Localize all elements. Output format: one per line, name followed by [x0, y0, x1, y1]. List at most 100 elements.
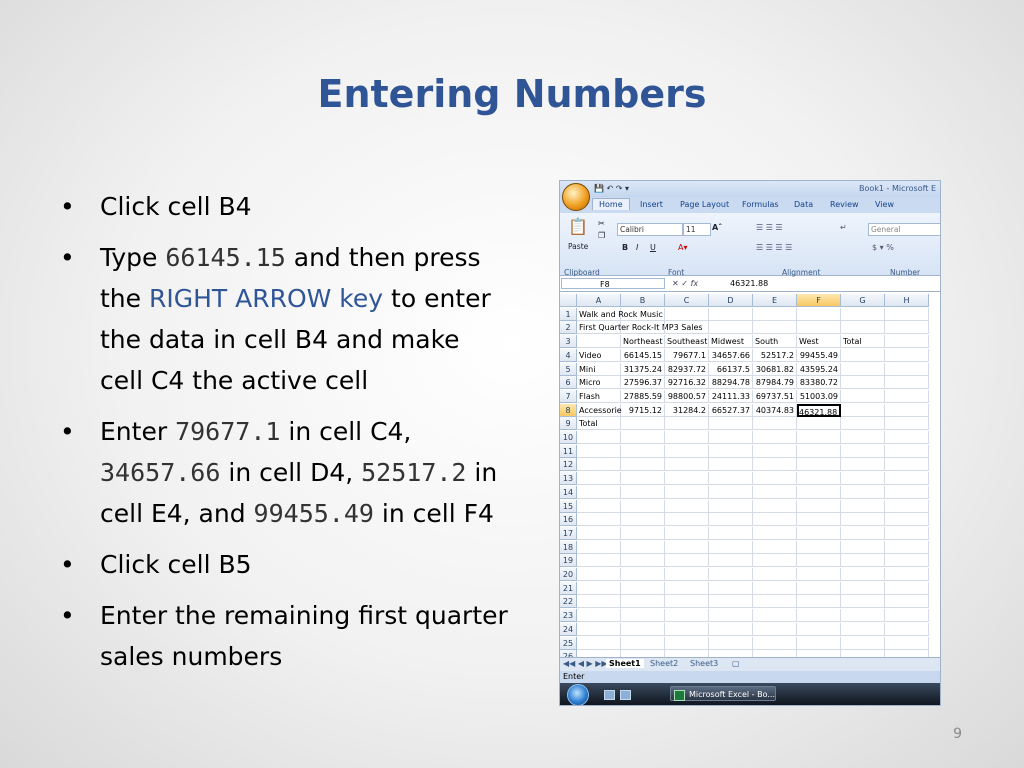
show-desktop-icon[interactable]	[604, 690, 615, 700]
cell-h1[interactable]	[885, 307, 929, 321]
cell-e22[interactable]	[753, 595, 797, 609]
cell-h8[interactable]	[885, 403, 929, 417]
cell-f11[interactable]	[797, 444, 841, 458]
cell-c10[interactable]	[665, 431, 709, 444]
cell-a5[interactable]: Mini	[577, 362, 621, 376]
column-header-d[interactable]: D	[709, 294, 753, 307]
cell-g9[interactable]	[841, 417, 885, 431]
cell-c9[interactable]	[665, 417, 709, 431]
cell-b13[interactable]	[621, 472, 665, 486]
cell-c5[interactable]: 82937.72	[665, 362, 709, 376]
row-header-12[interactable]: 12	[560, 458, 577, 472]
cell-b6[interactable]: 27596.37	[621, 376, 665, 390]
cell-b11[interactable]	[621, 444, 665, 458]
cell-e17[interactable]	[753, 526, 797, 540]
cell-b7[interactable]: 27885.59	[621, 389, 665, 403]
tab-formulas[interactable]: Formulas	[742, 200, 779, 209]
cell-f9[interactable]	[797, 417, 841, 431]
cell-a4[interactable]: Video	[577, 348, 621, 362]
cell-g10[interactable]	[841, 431, 885, 444]
cell-c4[interactable]: 79677.1	[665, 348, 709, 362]
cell-g14[interactable]	[841, 485, 885, 499]
cell-e13[interactable]	[753, 472, 797, 486]
cell-e8[interactable]: 40374.83	[753, 403, 797, 417]
cell-h19[interactable]	[885, 554, 929, 568]
cell-b9[interactable]	[621, 417, 665, 431]
cell-f17[interactable]	[797, 526, 841, 540]
cell-d1[interactable]	[709, 307, 753, 321]
cell-b3[interactable]: Northeast	[621, 335, 665, 349]
cell-a18[interactable]	[577, 540, 621, 554]
sheet-nav-icon[interactable]: ◀◀ ◀ ▶ ▶▶	[563, 659, 608, 668]
cell-b2[interactable]	[621, 321, 665, 335]
cell-e23[interactable]	[753, 609, 797, 623]
cell-a7[interactable]: Flash	[577, 389, 621, 403]
row-header-8[interactable]: 8	[560, 403, 577, 417]
cell-c24[interactable]	[665, 622, 709, 636]
cell-h25[interactable]	[885, 636, 929, 650]
cell-f14[interactable]	[797, 485, 841, 499]
cell-g23[interactable]	[841, 609, 885, 623]
cell-d23[interactable]	[709, 609, 753, 623]
cell-d17[interactable]	[709, 526, 753, 540]
cell-e1[interactable]	[753, 307, 797, 321]
cell-e21[interactable]	[753, 581, 797, 595]
cell-d12[interactable]	[709, 458, 753, 472]
column-header-g[interactable]: G	[841, 294, 885, 307]
cell-d14[interactable]	[709, 485, 753, 499]
cell-e6[interactable]: 87984.79	[753, 376, 797, 390]
cell-a8[interactable]: Accessorie	[577, 403, 622, 417]
cell-e3[interactable]: South	[753, 335, 797, 349]
cell-d8[interactable]: 66527.37	[709, 403, 753, 417]
cell-e4[interactable]: 52517.2	[753, 348, 797, 362]
cell-d18[interactable]	[709, 540, 753, 554]
cell-c1[interactable]	[665, 307, 709, 321]
cell-f18[interactable]	[797, 540, 841, 554]
cell-e11[interactable]	[753, 444, 797, 458]
cell-g17[interactable]	[841, 526, 885, 540]
cell-b4[interactable]: 66145.15	[621, 348, 665, 362]
cell-h22[interactable]	[885, 595, 929, 609]
cell-h21[interactable]	[885, 581, 929, 595]
cell-d19[interactable]	[709, 554, 753, 568]
cell-b1[interactable]	[621, 307, 665, 321]
row-header-16[interactable]: 16	[560, 513, 577, 527]
cell-c20[interactable]	[665, 568, 709, 581]
font-size-box[interactable]: 11	[683, 223, 711, 236]
cell-d25[interactable]	[709, 636, 753, 650]
insert-sheet-icon[interactable]: ▢	[732, 659, 740, 668]
cell-a13[interactable]	[577, 472, 621, 486]
active-cell-f8[interactable]: 46321.88	[797, 403, 841, 417]
cell-d3[interactable]: Midwest	[709, 335, 753, 349]
cell-e7[interactable]: 69737.51	[753, 389, 797, 403]
cell-d9[interactable]	[709, 417, 753, 431]
row-header-3[interactable]: 3	[560, 335, 577, 349]
cell-g16[interactable]	[841, 513, 885, 527]
cell-e18[interactable]	[753, 540, 797, 554]
cell-d16[interactable]	[709, 513, 753, 527]
cell-a12[interactable]	[577, 458, 621, 472]
cell-d4[interactable]: 34657.66	[709, 348, 753, 362]
switch-windows-icon[interactable]	[620, 690, 631, 700]
cell-f25[interactable]	[797, 636, 841, 650]
cell-d15[interactable]	[709, 499, 753, 513]
cell-f22[interactable]	[797, 595, 841, 609]
cell-c14[interactable]	[665, 485, 709, 499]
cell-b25[interactable]	[621, 636, 665, 650]
cell-d5[interactable]: 66137.5	[709, 362, 753, 376]
office-button-icon[interactable]	[562, 183, 590, 211]
cell-b8[interactable]: 9715.12	[621, 403, 665, 417]
cell-h9[interactable]	[885, 417, 929, 431]
cell-g13[interactable]	[841, 472, 885, 486]
cell-a17[interactable]	[577, 526, 621, 540]
cell-e25[interactable]	[753, 636, 797, 650]
cell-a16[interactable]	[577, 513, 621, 527]
cell-d20[interactable]	[709, 568, 753, 581]
copy-icon[interactable]: ❐	[598, 231, 605, 240]
row-header-20[interactable]: 20	[560, 568, 577, 581]
cell-e20[interactable]	[753, 568, 797, 581]
row-header-19[interactable]: 19	[560, 554, 577, 568]
row-header-4[interactable]: 4	[560, 348, 577, 362]
wrap-text-icon[interactable]: ↵	[840, 223, 847, 232]
cell-h18[interactable]	[885, 540, 929, 554]
